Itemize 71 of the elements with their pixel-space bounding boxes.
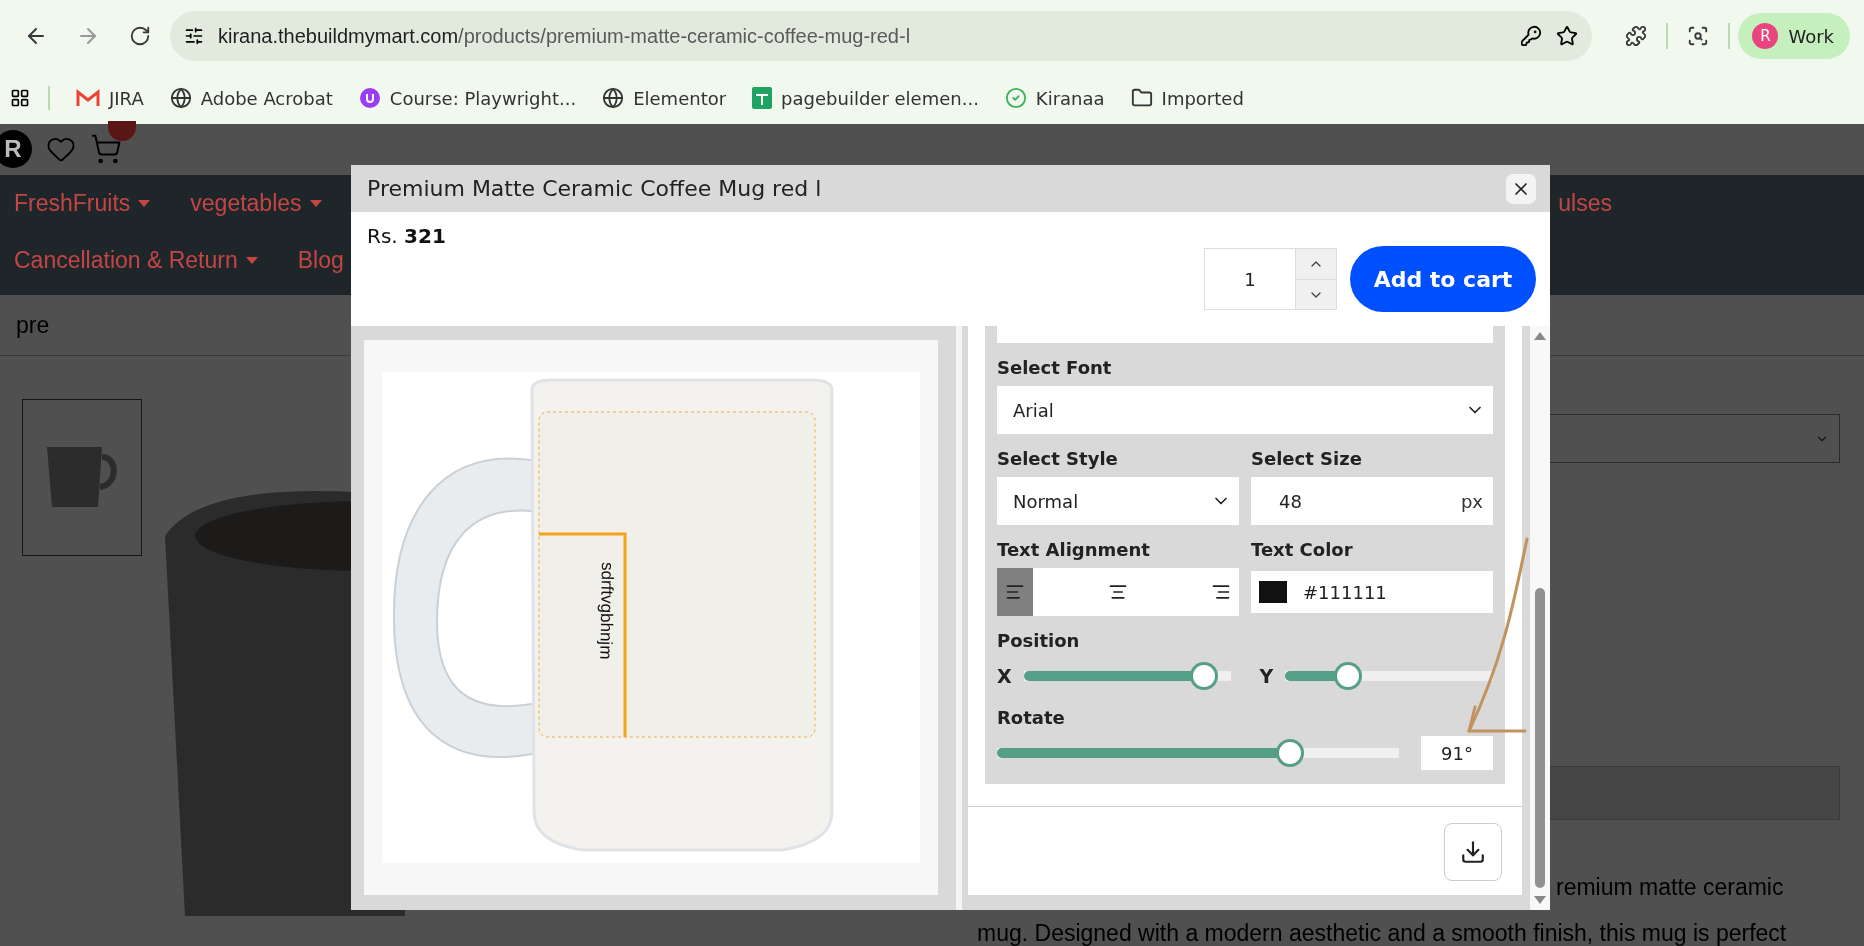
increment-button[interactable] — [1296, 249, 1336, 279]
caret-icon — [245, 257, 258, 265]
folder-icon — [1130, 87, 1153, 109]
cart-badge — [108, 121, 136, 142]
reload-icon — [129, 25, 151, 47]
puzzle-icon — [1625, 25, 1648, 47]
apps-grid-icon[interactable] — [10, 88, 30, 108]
scroll-up-icon[interactable] — [1534, 332, 1546, 340]
cart-icon[interactable] — [90, 133, 122, 166]
bookmark-link[interactable]: JIRA — [76, 87, 144, 109]
style-select[interactable]: Normal — [997, 477, 1239, 525]
profile-button[interactable]: R Work — [1738, 13, 1850, 59]
design-text: sdrftvgbhnjm — [596, 561, 617, 660]
description-text: remium matte ceramic — [1556, 874, 1784, 900]
key-icon[interactable] — [1520, 25, 1543, 47]
dialog-title: Premium Matte Ceramic Coffee Mug red l — [367, 176, 822, 202]
axis-label: X — [997, 665, 1012, 687]
check-circle-icon — [1004, 87, 1027, 109]
decrement-button[interactable] — [1296, 278, 1336, 310]
site-settings-icon[interactable] — [184, 26, 204, 46]
caret-icon — [138, 199, 151, 207]
text-field[interactable] — [997, 326, 1493, 343]
url-text: kirana.thebuildmymart.com/products/premium-matte-ceramic-coffee-mug-red-l — [218, 24, 912, 48]
download-icon — [1460, 839, 1486, 865]
bookmark-link[interactable]: Elementor — [602, 87, 727, 109]
add-to-cart-button[interactable]: Add to cart — [1350, 246, 1536, 313]
quantity-field[interactable]: 1 — [1204, 248, 1337, 311]
field-label: Select Size — [1251, 448, 1363, 469]
star-icon[interactable] — [1556, 25, 1579, 47]
field-label: Select Font — [997, 357, 1113, 378]
close-button[interactable] — [1506, 173, 1536, 204]
slider-thumb[interactable] — [1333, 662, 1362, 690]
product-thumbnail[interactable] — [22, 399, 142, 556]
bookmark-link[interactable]: Kiranaa — [1004, 87, 1105, 109]
globe-icon — [602, 87, 625, 109]
scrollbar[interactable] — [1530, 326, 1550, 910]
search-text: pre — [16, 311, 50, 339]
scroll-down-icon[interactable] — [1534, 896, 1546, 904]
bookmark-link[interactable]: Imported — [1130, 87, 1244, 109]
field-label: Select Style — [997, 448, 1119, 469]
size-field[interactable]: 48 px — [1251, 477, 1493, 525]
rotate-value: 91° — [1421, 736, 1493, 770]
align-left-icon — [1005, 582, 1025, 602]
user-avatar[interactable]: R — [0, 130, 32, 169]
font-select[interactable]: Arial — [997, 386, 1493, 434]
color-field[interactable]: #111111 — [1251, 571, 1493, 613]
caret-icon — [309, 199, 322, 207]
mail-logo-icon — [76, 88, 100, 108]
field-label: Text Color — [1251, 539, 1354, 560]
axis-label: Y — [1259, 665, 1274, 687]
circle-logo-icon — [358, 87, 381, 109]
field-label: Rotate — [997, 707, 1066, 728]
download-button[interactable] — [1444, 823, 1502, 881]
address-bar[interactable]: kirana.thebuildmymart.com/products/premium-matte-ceramic-coffee-mug-red-l — [170, 11, 1593, 61]
align-right-icon — [1211, 582, 1231, 602]
bookmark-link[interactable]: pagebuilder elemen... — [752, 87, 979, 109]
slider-thumb[interactable] — [1276, 739, 1305, 767]
field-label: Text Alignment — [997, 539, 1151, 560]
description-text: mug. Designed with a modern aesthetic and a smooth finish, this mug is perfect — [977, 920, 1787, 946]
bookmark-link[interactable]: Course: Playwright... — [358, 87, 577, 109]
scan-search-icon — [1687, 25, 1710, 47]
alignment-button[interactable] — [997, 568, 1033, 616]
globe-icon — [169, 87, 192, 109]
text-frame[interactable] — [539, 532, 627, 737]
field-label: Position — [997, 630, 1081, 651]
bookmark-link[interactable]: Adobe Acrobat — [169, 87, 333, 109]
color-swatch — [1259, 581, 1287, 603]
sheet-icon — [752, 87, 773, 109]
price-text: Rs. 321 — [367, 224, 447, 249]
align-center-icon — [1108, 582, 1128, 602]
slider-thumb[interactable] — [1190, 662, 1219, 690]
